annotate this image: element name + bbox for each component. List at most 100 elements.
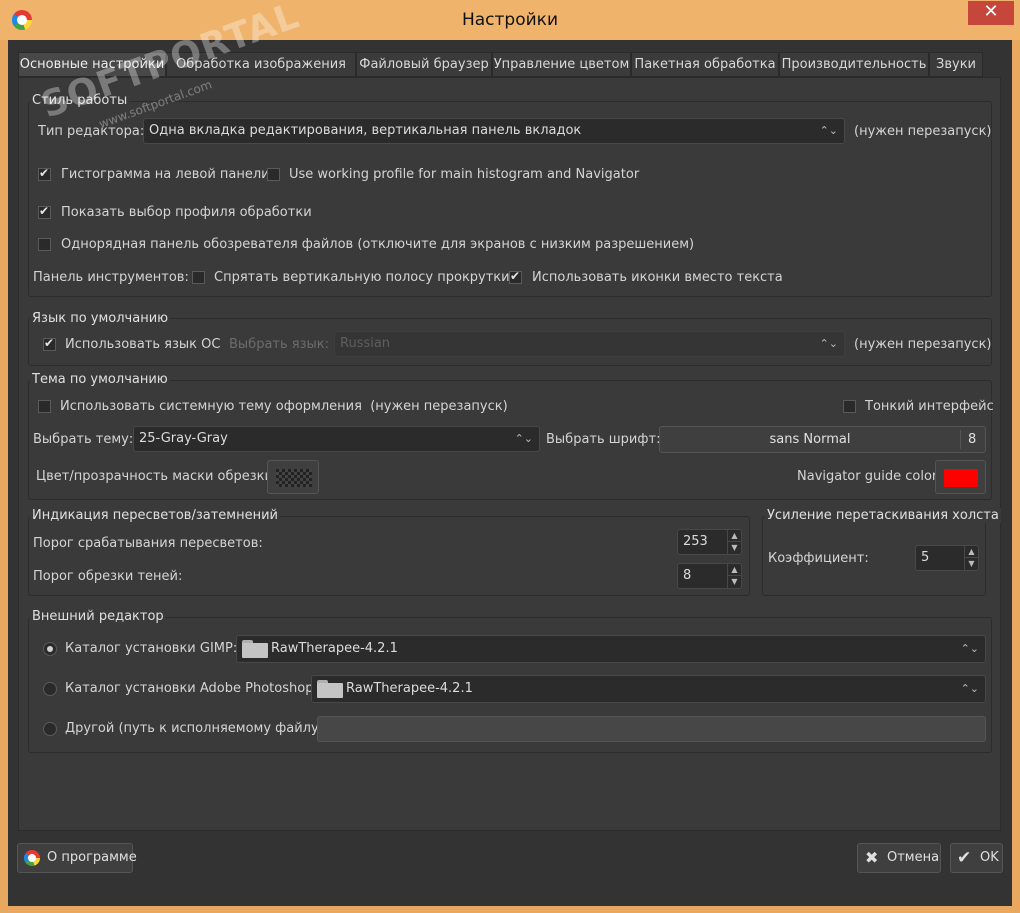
ok-label: OK: [980, 850, 999, 865]
highlight-threshold-label: Порог срабатывания пересветов:: [33, 536, 263, 551]
show-profile-checkbox[interactable]: [38, 204, 51, 219]
gimp-folder-value: RawTherapee-4.2.1: [271, 641, 398, 656]
hide-scrollbar-checkbox[interactable]: [192, 271, 205, 284]
single-row-checkbox[interactable]: [38, 238, 51, 251]
highlight-threshold-value: 253: [683, 534, 708, 549]
spin-down-icon[interactable]: ▼: [727, 576, 741, 588]
clipping-group: [28, 516, 750, 596]
pan-speed-title: Усиление перетаскивания холста: [765, 508, 1001, 523]
histogram-left-label: Гистограмма на левой панели: [61, 167, 270, 182]
photoshop-folder-value: RawTherapee-4.2.1: [346, 681, 473, 696]
single-row-label: Однорядная панель обозревателя файлов (о…: [61, 237, 695, 252]
navigator-color-button[interactable]: [935, 460, 986, 494]
language-title: Язык по умолчанию: [30, 311, 171, 326]
other-editor-radio[interactable]: [43, 722, 57, 736]
combo-arrows-icon: ⌃⌄: [819, 124, 838, 137]
cancel-icon: ✖: [865, 848, 879, 867]
navigator-color-label: Navigator guide color:: [797, 469, 942, 484]
photoshop-folder-select[interactable]: RawTherapee-4.2.1 ⌃⌄: [311, 675, 986, 703]
shadow-threshold-label: Порог обрезки теней:: [33, 569, 183, 584]
combo-arrows-icon: ⌃⌄: [960, 642, 979, 655]
spin-up-icon[interactable]: ▲: [727, 530, 741, 542]
ok-button[interactable]: ✔ OK: [950, 843, 1003, 873]
crop-mask-swatch: [276, 469, 312, 487]
work-style-title: Стиль работы: [30, 93, 130, 108]
language-restart-note: (нужен перезапуск): [854, 337, 992, 352]
use-os-language-label: Использовать язык ОС: [65, 337, 221, 352]
about-button[interactable]: О программе: [17, 843, 137, 873]
spin-up-icon[interactable]: ▲: [964, 546, 978, 558]
font-button[interactable]: sans Normal 8: [659, 426, 986, 453]
font-divider: [960, 430, 961, 449]
photoshop-label: Каталог установки Adobe Photoshop:: [65, 681, 318, 696]
use-os-language-checkbox[interactable]: [43, 336, 56, 351]
theme-value: 25-Gray-Gray: [139, 431, 228, 446]
show-profile-label: Показать выбор профиля обработки: [61, 205, 312, 220]
tab-batch-processing[interactable]: Пакетная обработка: [631, 52, 779, 77]
spin-down-icon[interactable]: ▼: [727, 542, 741, 554]
font-name: sans Normal: [769, 432, 851, 447]
tab-image-processing[interactable]: Обработка изображения: [166, 52, 356, 77]
pan-factor-label: Коэффициент:: [768, 551, 869, 566]
language-select[interactable]: Russian ⌃⌄: [334, 331, 845, 357]
highlight-threshold-spinner[interactable]: 253 ▲ ▼: [677, 529, 742, 555]
font-size: 8: [968, 432, 977, 447]
close-button[interactable]: ✕: [968, 1, 1014, 25]
about-label: О программе: [47, 850, 137, 865]
photoshop-radio[interactable]: [43, 682, 57, 696]
title-bar: Настройки ✕: [0, 0, 1020, 40]
folder-icon: [317, 679, 343, 698]
gimp-folder-select[interactable]: RawTherapee-4.2.1 ⌃⌄: [236, 635, 986, 663]
spin-down-icon[interactable]: ▼: [964, 558, 978, 570]
tab-color-management[interactable]: Управление цветом: [492, 52, 631, 77]
other-editor-path-input[interactable]: [317, 716, 986, 742]
combo-arrows-icon: ⌃⌄: [960, 682, 979, 695]
gimp-label: Каталог установки GIMP:: [65, 641, 238, 656]
window-title: Настройки: [461, 10, 558, 30]
language-value: Russian: [340, 336, 391, 351]
navigator-color-swatch: [944, 469, 978, 487]
crop-mask-color-button[interactable]: [267, 460, 319, 494]
external-editor-title: Внешний редактор: [30, 609, 166, 624]
rawtherapee-logo-icon: [24, 850, 40, 866]
use-icons-label: Использовать иконки вместо текста: [532, 270, 783, 285]
tab-general[interactable]: Основные настройки: [18, 52, 166, 77]
gimp-radio[interactable]: [43, 642, 57, 656]
cancel-label: Отмена: [887, 850, 940, 865]
working-profile-label: Use working profile for main histogram a…: [289, 167, 640, 182]
histogram-left-checkbox[interactable]: [38, 166, 51, 181]
theme-select[interactable]: 25-Gray-Gray ⌃⌄: [133, 426, 540, 452]
tab-performance[interactable]: Производительность: [779, 52, 929, 77]
ok-icon: ✔: [957, 848, 972, 868]
working-profile-checkbox[interactable]: [267, 168, 280, 181]
choose-language-label: Выбрать язык:: [229, 337, 330, 352]
clipping-title: Индикация пересветов/затемнений: [30, 508, 281, 523]
hide-scrollbar-label: Спрятать вертикальную полосу прокрутки: [214, 270, 510, 285]
font-label: Выбрать шрифт:: [546, 432, 661, 447]
editor-type-label: Тип редактора:: [38, 124, 145, 139]
thin-ui-checkbox[interactable]: [843, 400, 856, 413]
crop-mask-label: Цвет/прозрачность маски обрезки:: [36, 469, 278, 484]
other-editor-label: Другой (путь к исполняемому файлу):: [65, 721, 329, 736]
theme-title: Тема по умолчанию: [30, 372, 170, 387]
spin-up-icon[interactable]: ▲: [727, 564, 741, 576]
combo-arrows-icon: ⌃⌄: [514, 432, 533, 445]
system-theme-checkbox[interactable]: [38, 400, 51, 413]
thin-ui-label: Тонкий интерфейс: [865, 399, 994, 414]
shadow-threshold-value: 8: [683, 568, 692, 583]
folder-icon: [242, 639, 268, 658]
pan-factor-spinner[interactable]: 5 ▲ ▼: [915, 545, 979, 571]
tab-file-browser[interactable]: Файловый браузер: [356, 52, 492, 77]
editor-type-value: Одна вкладка редактирования, вертикальна…: [149, 123, 582, 138]
system-theme-label: Использовать системную тему оформления (…: [60, 399, 508, 414]
use-icons-checkbox[interactable]: [509, 269, 522, 284]
restart-note: (нужен перезапуск): [854, 124, 992, 139]
combo-arrows-icon: ⌃⌄: [819, 337, 838, 350]
toolbar-label: Панель инструментов:: [33, 270, 189, 285]
pan-factor-value: 5: [921, 550, 930, 565]
tab-sounds[interactable]: Звуки: [929, 52, 983, 77]
shadow-threshold-spinner[interactable]: 8 ▲ ▼: [677, 563, 742, 589]
editor-type-select[interactable]: Одна вкладка редактирования, вертикальна…: [143, 118, 845, 144]
theme-label: Выбрать тему:: [33, 432, 134, 447]
cancel-button[interactable]: ✖ Отмена: [857, 843, 941, 873]
